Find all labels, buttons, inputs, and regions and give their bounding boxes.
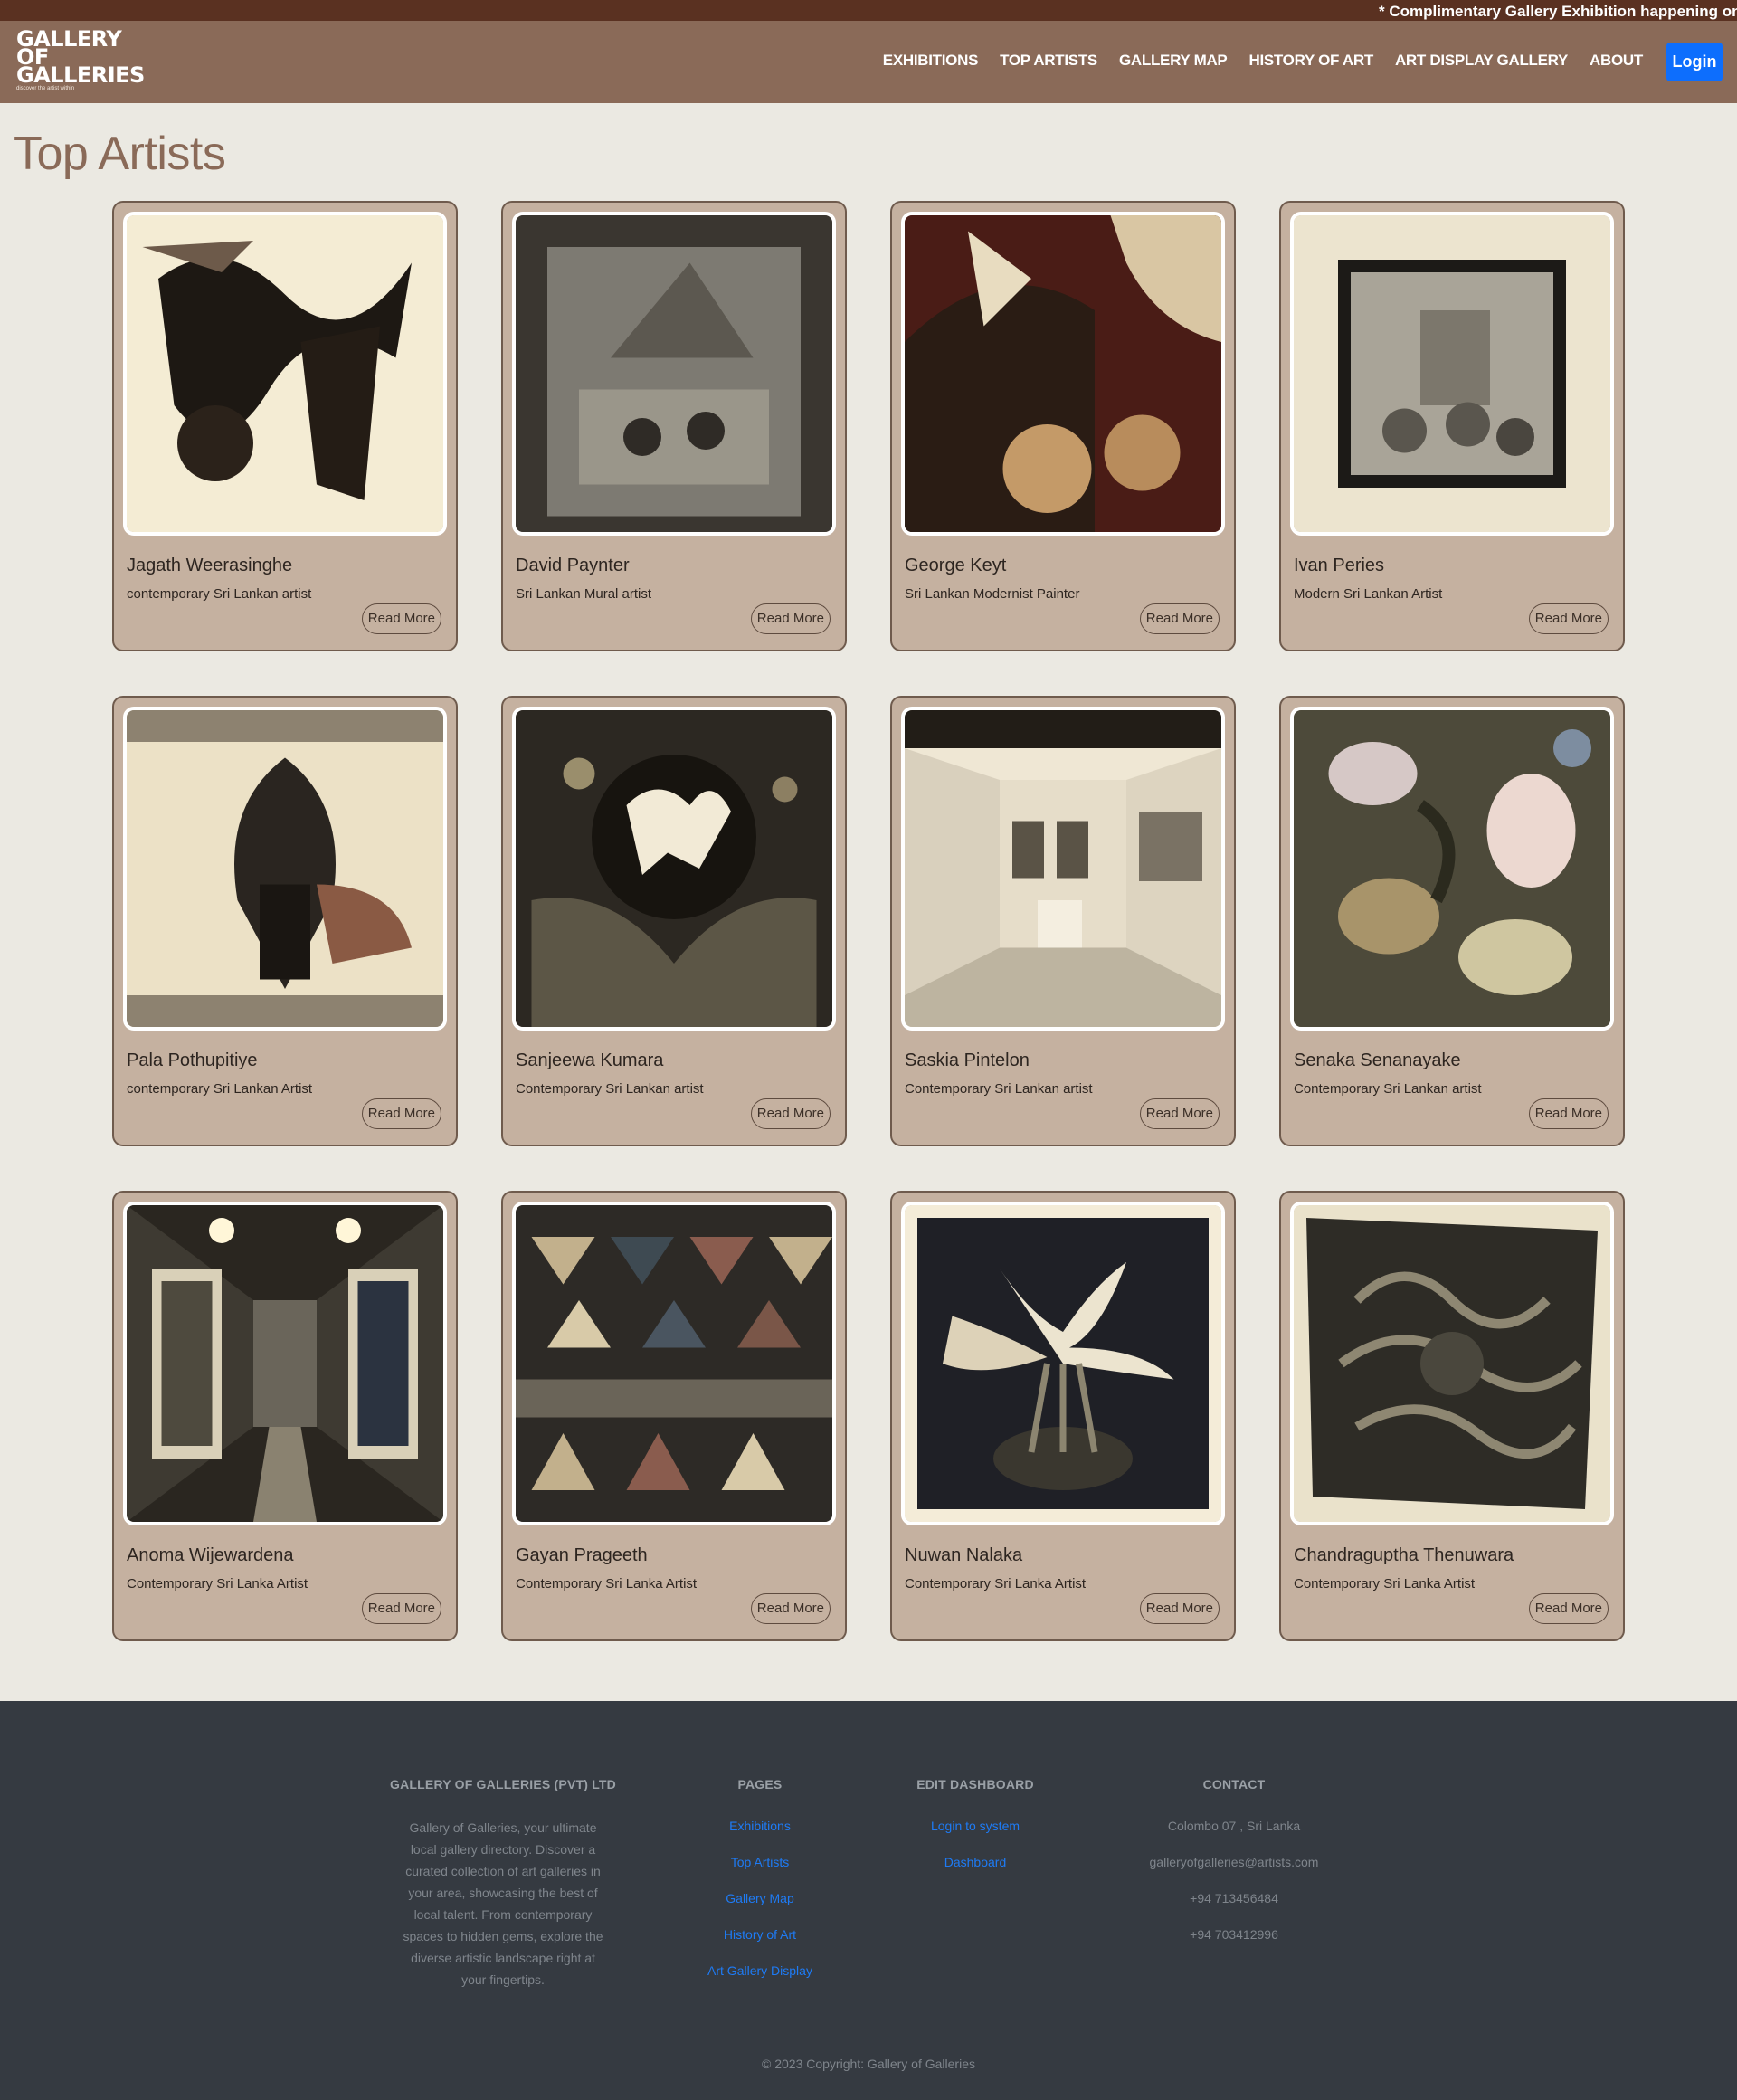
footer-link-gallery-map[interactable]: Gallery Map — [688, 1889, 832, 1907]
read-more-button[interactable]: Read More — [361, 1593, 441, 1624]
read-more-button[interactable]: Read More — [1139, 1593, 1220, 1624]
artist-card: Anoma Wijewardena Contemporary Sri Lanka… — [112, 1191, 458, 1641]
artist-name: Anoma Wijewardena — [127, 1545, 294, 1565]
artist-description: contemporary Sri Lankan Artist — [127, 1081, 313, 1097]
artwork-image[interactable] — [123, 707, 447, 1031]
artwork-image[interactable] — [901, 1202, 1225, 1525]
artwork-image[interactable] — [1290, 212, 1614, 536]
main-nav: EXHIBITIONS TOP ARTISTS GALLERY MAP HIST… — [861, 52, 1644, 70]
nav-art-display-gallery[interactable]: ART DISPLAY GALLERY — [1395, 52, 1568, 70]
nav-top-artists[interactable]: TOP ARTISTS — [1000, 52, 1097, 70]
artist-card: Sanjeewa Kumara Contemporary Sri Lankan … — [501, 696, 847, 1146]
page-title: Top Artists — [14, 128, 226, 180]
read-more-button[interactable]: Read More — [1139, 1098, 1220, 1129]
artist-name: Sanjeewa Kumara — [516, 1050, 664, 1070]
artwork-image[interactable] — [512, 707, 836, 1031]
footer-pages: PAGES Exhibitions Top Artists Gallery Ma… — [688, 1777, 832, 1998]
artist-card: George Keyt Sri Lankan Modernist Painter… — [890, 201, 1236, 651]
footer-contact-title: CONTACT — [1202, 1777, 1266, 1791]
artist-card: Jagath Weerasinghe contemporary Sri Lank… — [112, 201, 458, 651]
artist-name: Senaka Senanayake — [1294, 1050, 1461, 1070]
artwork-image[interactable] — [512, 212, 836, 536]
read-more-button[interactable]: Read More — [750, 1098, 831, 1129]
footer: GALLERY OF GALLERIES (PVT) LTD Gallery o… — [0, 1701, 1737, 2100]
artist-description: Contemporary Sri Lanka Artist — [127, 1576, 308, 1592]
read-more-button[interactable]: Read More — [1528, 603, 1609, 634]
announcement-bar: * Complimentary Gallery Exhibition happe… — [0, 0, 1737, 21]
artist-name: Pala Pothupitiye — [127, 1050, 258, 1070]
artist-description: Sri Lankan Modernist Painter — [905, 586, 1080, 602]
footer-link-login[interactable]: Login to system — [894, 1817, 1057, 1835]
footer-contact: CONTACT Colombo 07 , Sri Lanka galleryof… — [1125, 1777, 1343, 1962]
artwork-image[interactable] — [123, 212, 447, 536]
contact-phone-1: +94 713456484 — [1190, 1891, 1278, 1905]
artist-card: Senaka Senanayake Contemporary Sri Lanka… — [1279, 696, 1625, 1146]
read-more-button[interactable]: Read More — [1528, 1098, 1609, 1129]
artist-name: Chandraguptha Thenuwara — [1294, 1545, 1514, 1565]
read-more-button[interactable]: Read More — [1528, 1593, 1609, 1624]
artist-description: Contemporary Sri Lankan artist — [516, 1081, 704, 1097]
artist-description: Contemporary Sri Lanka Artist — [905, 1576, 1087, 1592]
artist-card: Chandraguptha Thenuwara Contemporary Sri… — [1279, 1191, 1625, 1641]
artist-name: George Keyt — [905, 556, 1007, 575]
artist-name: Saskia Pintelon — [905, 1050, 1030, 1070]
artist-name: Jagath Weerasinghe — [127, 556, 293, 575]
artist-name: Nuwan Nalaka — [905, 1545, 1023, 1565]
artist-description: Contemporary Sri Lankan artist — [1294, 1081, 1482, 1097]
footer-company-text: Gallery of Galleries, your ultimate loca… — [403, 1820, 603, 1987]
artist-card: Ivan Peries Modern Sri Lankan Artist Rea… — [1279, 201, 1625, 651]
footer-link-history-of-art[interactable]: History of Art — [688, 1925, 832, 1943]
artist-card: David Paynter Sri Lankan Mural artist Re… — [501, 201, 847, 651]
nav-about[interactable]: ABOUT — [1590, 52, 1643, 70]
artwork-image[interactable] — [512, 1202, 836, 1525]
login-button[interactable]: Login — [1666, 43, 1723, 81]
artwork-image[interactable] — [901, 707, 1225, 1031]
announcement-text: * Complimentary Gallery Exhibition happe… — [1379, 3, 1737, 20]
site-logo[interactable]: GALLERY OF GALLERIES discover the artist… — [16, 28, 161, 93]
read-more-button[interactable]: Read More — [1139, 603, 1220, 634]
contact-email: galleryofgalleries@artists.com — [1149, 1855, 1319, 1869]
artwork-image[interactable] — [1290, 707, 1614, 1031]
nav-history-of-art[interactable]: HISTORY OF ART — [1248, 52, 1373, 70]
nav-exhibitions[interactable]: EXHIBITIONS — [883, 52, 979, 70]
artwork-image[interactable] — [901, 212, 1225, 536]
footer-link-art-gallery-display[interactable]: Art Gallery Display — [688, 1962, 832, 1980]
contact-phone-2: +94 703412996 — [1190, 1927, 1278, 1942]
contact-address: Colombo 07 , Sri Lanka — [1167, 1819, 1301, 1833]
footer-link-exhibitions[interactable]: Exhibitions — [688, 1817, 832, 1835]
artist-description: contemporary Sri Lankan artist — [127, 586, 312, 602]
artist-card: Nuwan Nalaka Contemporary Sri Lanka Arti… — [890, 1191, 1236, 1641]
artist-description: Contemporary Sri Lanka Artist — [1294, 1576, 1476, 1592]
footer-link-top-artists[interactable]: Top Artists — [688, 1853, 832, 1871]
artwork-image[interactable] — [1290, 1202, 1614, 1525]
read-more-button[interactable]: Read More — [750, 603, 831, 634]
nav-gallery-map[interactable]: GALLERY MAP — [1119, 52, 1228, 70]
copyright: © 2023 Copyright: Gallery of Galleries — [762, 2057, 975, 2071]
artist-description: Sri Lankan Mural artist — [516, 586, 652, 602]
artist-card: Saskia Pintelon Contemporary Sri Lankan … — [890, 696, 1236, 1146]
artist-name: David Paynter — [516, 556, 630, 575]
footer-company: GALLERY OF GALLERIES (PVT) LTD Gallery o… — [384, 1777, 622, 1991]
artist-description: Modern Sri Lankan Artist — [1294, 586, 1443, 602]
read-more-button[interactable]: Read More — [361, 1098, 441, 1129]
artist-description: Contemporary Sri Lanka Artist — [516, 1576, 698, 1592]
artist-name: Gayan Prageeth — [516, 1545, 648, 1565]
artist-description: Contemporary Sri Lankan artist — [905, 1081, 1093, 1097]
read-more-button[interactable]: Read More — [361, 603, 441, 634]
footer-dashboard-title: EDIT DASHBOARD — [916, 1777, 1034, 1791]
artist-card: Pala Pothupitiye contemporary Sri Lankan… — [112, 696, 458, 1146]
artist-card: Gayan Prageeth Contemporary Sri Lanka Ar… — [501, 1191, 847, 1641]
footer-dashboard: EDIT DASHBOARD Login to system Dashboard — [894, 1777, 1057, 1889]
artwork-image[interactable] — [123, 1202, 447, 1525]
footer-company-title: GALLERY OF GALLERIES (PVT) LTD — [390, 1777, 616, 1791]
footer-pages-title: PAGES — [737, 1777, 783, 1791]
navbar: GALLERY OF GALLERIES discover the artist… — [0, 21, 1737, 103]
read-more-button[interactable]: Read More — [750, 1593, 831, 1624]
artist-name: Ivan Peries — [1294, 556, 1385, 575]
footer-link-dashboard[interactable]: Dashboard — [894, 1853, 1057, 1871]
